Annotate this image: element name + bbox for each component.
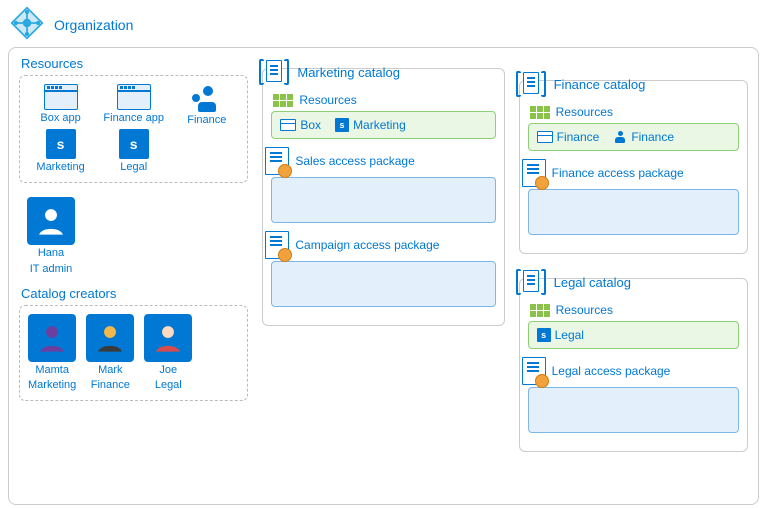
catalog-resource: s Marketing (335, 118, 406, 132)
catalog-resource: Finance (537, 130, 600, 144)
left-column: Resources Box app Finance app Finance s … (19, 56, 248, 496)
creator-name: Joe (159, 364, 177, 377)
catalog-resources-label: Resources (299, 93, 356, 107)
catalog-resource-label: Marketing (353, 118, 406, 132)
finance-catalog: Finance catalog Resources Finance Financ… (519, 80, 748, 254)
package-label: Sales access package (295, 154, 414, 168)
catalog-icon (259, 57, 289, 87)
waffle-icon (530, 304, 550, 317)
catalog-header: Legal catalog (516, 267, 739, 297)
resource-label: Box app (40, 112, 80, 125)
marketing-catalog: Marketing catalog Resources Box s Marketi… (262, 68, 504, 326)
organization-body: Resources Box app Finance app Finance s … (8, 47, 759, 505)
app-icon (117, 84, 151, 110)
catalog-resource: Box (280, 118, 321, 132)
package-label: Finance access package (552, 166, 684, 180)
catalog-icon (516, 69, 546, 99)
catalog-resources-header: Resources (530, 303, 739, 317)
resource-label: Legal (120, 161, 147, 174)
creator-role: Finance (91, 379, 130, 392)
catalog-resources-box: Box s Marketing (271, 111, 495, 139)
catalog-resources-header: Resources (273, 93, 495, 107)
creators-grid: Mamta Marketing Mark Finance Joe Legal (26, 314, 241, 392)
package-header: Finance access package (522, 159, 739, 187)
admin-block: Hana IT admin (27, 197, 248, 275)
package-label: Campaign access package (295, 238, 439, 252)
catalog-resources-box: s Legal (528, 321, 739, 349)
resource-label: Finance app (103, 112, 164, 125)
catalog-title: Finance catalog (554, 77, 646, 92)
package-header: Sales access package (265, 147, 495, 175)
azure-org-icon (10, 6, 44, 43)
catalog-resources-header: Resources (530, 105, 739, 119)
admin-role: IT admin (27, 263, 75, 276)
creator-role: Legal (155, 379, 182, 392)
catalog-resource-label: Legal (555, 328, 584, 342)
catalog-resource: Finance (613, 130, 674, 144)
avatar (27, 197, 75, 245)
catalog-resource: s Legal (537, 328, 584, 342)
package-box (528, 189, 739, 235)
catalog-title: Legal catalog (554, 275, 631, 290)
avatar (28, 314, 76, 362)
legal-catalog: Legal catalog Resources s Legal Legal acc… (519, 278, 748, 452)
resources-grid: Box app Finance app Finance s Marketing … (26, 84, 241, 174)
catalog-title: Marketing catalog (297, 65, 400, 80)
catalog-header: Marketing catalog (259, 57, 495, 87)
creators-title: Catalog creators (21, 286, 248, 301)
resource-item: s Marketing (26, 129, 95, 174)
creator-item: Mark Finance (86, 314, 134, 392)
app-icon (280, 119, 296, 131)
creator-item: Joe Legal (144, 314, 192, 392)
creator-role: Marketing (28, 379, 76, 392)
package-header: Legal access package (522, 357, 739, 385)
catalog-icon (516, 267, 546, 297)
resource-item: s Legal (99, 129, 168, 174)
waffle-icon (530, 106, 550, 119)
resources-box: Box app Finance app Finance s Marketing … (19, 75, 248, 183)
package-box (271, 261, 495, 307)
access-package-icon (265, 147, 289, 175)
catalog-resources-label: Resources (556, 303, 613, 317)
catalog-resource-label: Finance (557, 130, 600, 144)
right-column: Finance catalog Resources Finance Financ… (519, 56, 748, 496)
catalog-resources-label: Resources (556, 105, 613, 119)
package-label: Legal access package (552, 364, 671, 378)
creator-name: Mamta (35, 364, 69, 377)
catalog-header: Finance catalog (516, 69, 739, 99)
resources-title: Resources (21, 56, 248, 71)
admin-name: Hana (27, 247, 75, 260)
package-box (271, 177, 495, 223)
resource-label: Finance (187, 114, 226, 127)
group-icon (613, 131, 627, 143)
access-package-icon (522, 159, 546, 187)
creators-box: Mamta Marketing Mark Finance Joe Legal (19, 305, 248, 401)
organization-header: Organization (10, 6, 759, 43)
organization-title: Organization (54, 17, 133, 33)
sharepoint-icon: s (46, 129, 76, 159)
package-box (528, 387, 739, 433)
resource-label: Marketing (36, 161, 84, 174)
catalog-resource-label: Finance (631, 130, 674, 144)
catalog-resources-box: Finance Finance (528, 123, 739, 151)
creator-item: Mamta Marketing (28, 314, 76, 392)
waffle-icon (273, 94, 293, 107)
app-icon (537, 131, 553, 143)
app-icon (44, 84, 78, 110)
access-package-icon (265, 231, 289, 259)
access-package-icon (522, 357, 546, 385)
resource-item: Finance (172, 84, 241, 127)
creator-name: Mark (98, 364, 122, 377)
sharepoint-icon: s (119, 129, 149, 159)
resource-item: Finance app (99, 84, 168, 127)
sharepoint-icon: s (335, 118, 349, 132)
sharepoint-icon: s (537, 328, 551, 342)
resource-item: Box app (26, 84, 95, 127)
group-icon (192, 84, 222, 112)
avatar (144, 314, 192, 362)
middle-column: Marketing catalog Resources Box s Marketi… (262, 56, 504, 496)
catalog-resource-label: Box (300, 118, 321, 132)
package-header: Campaign access package (265, 231, 495, 259)
avatar (86, 314, 134, 362)
